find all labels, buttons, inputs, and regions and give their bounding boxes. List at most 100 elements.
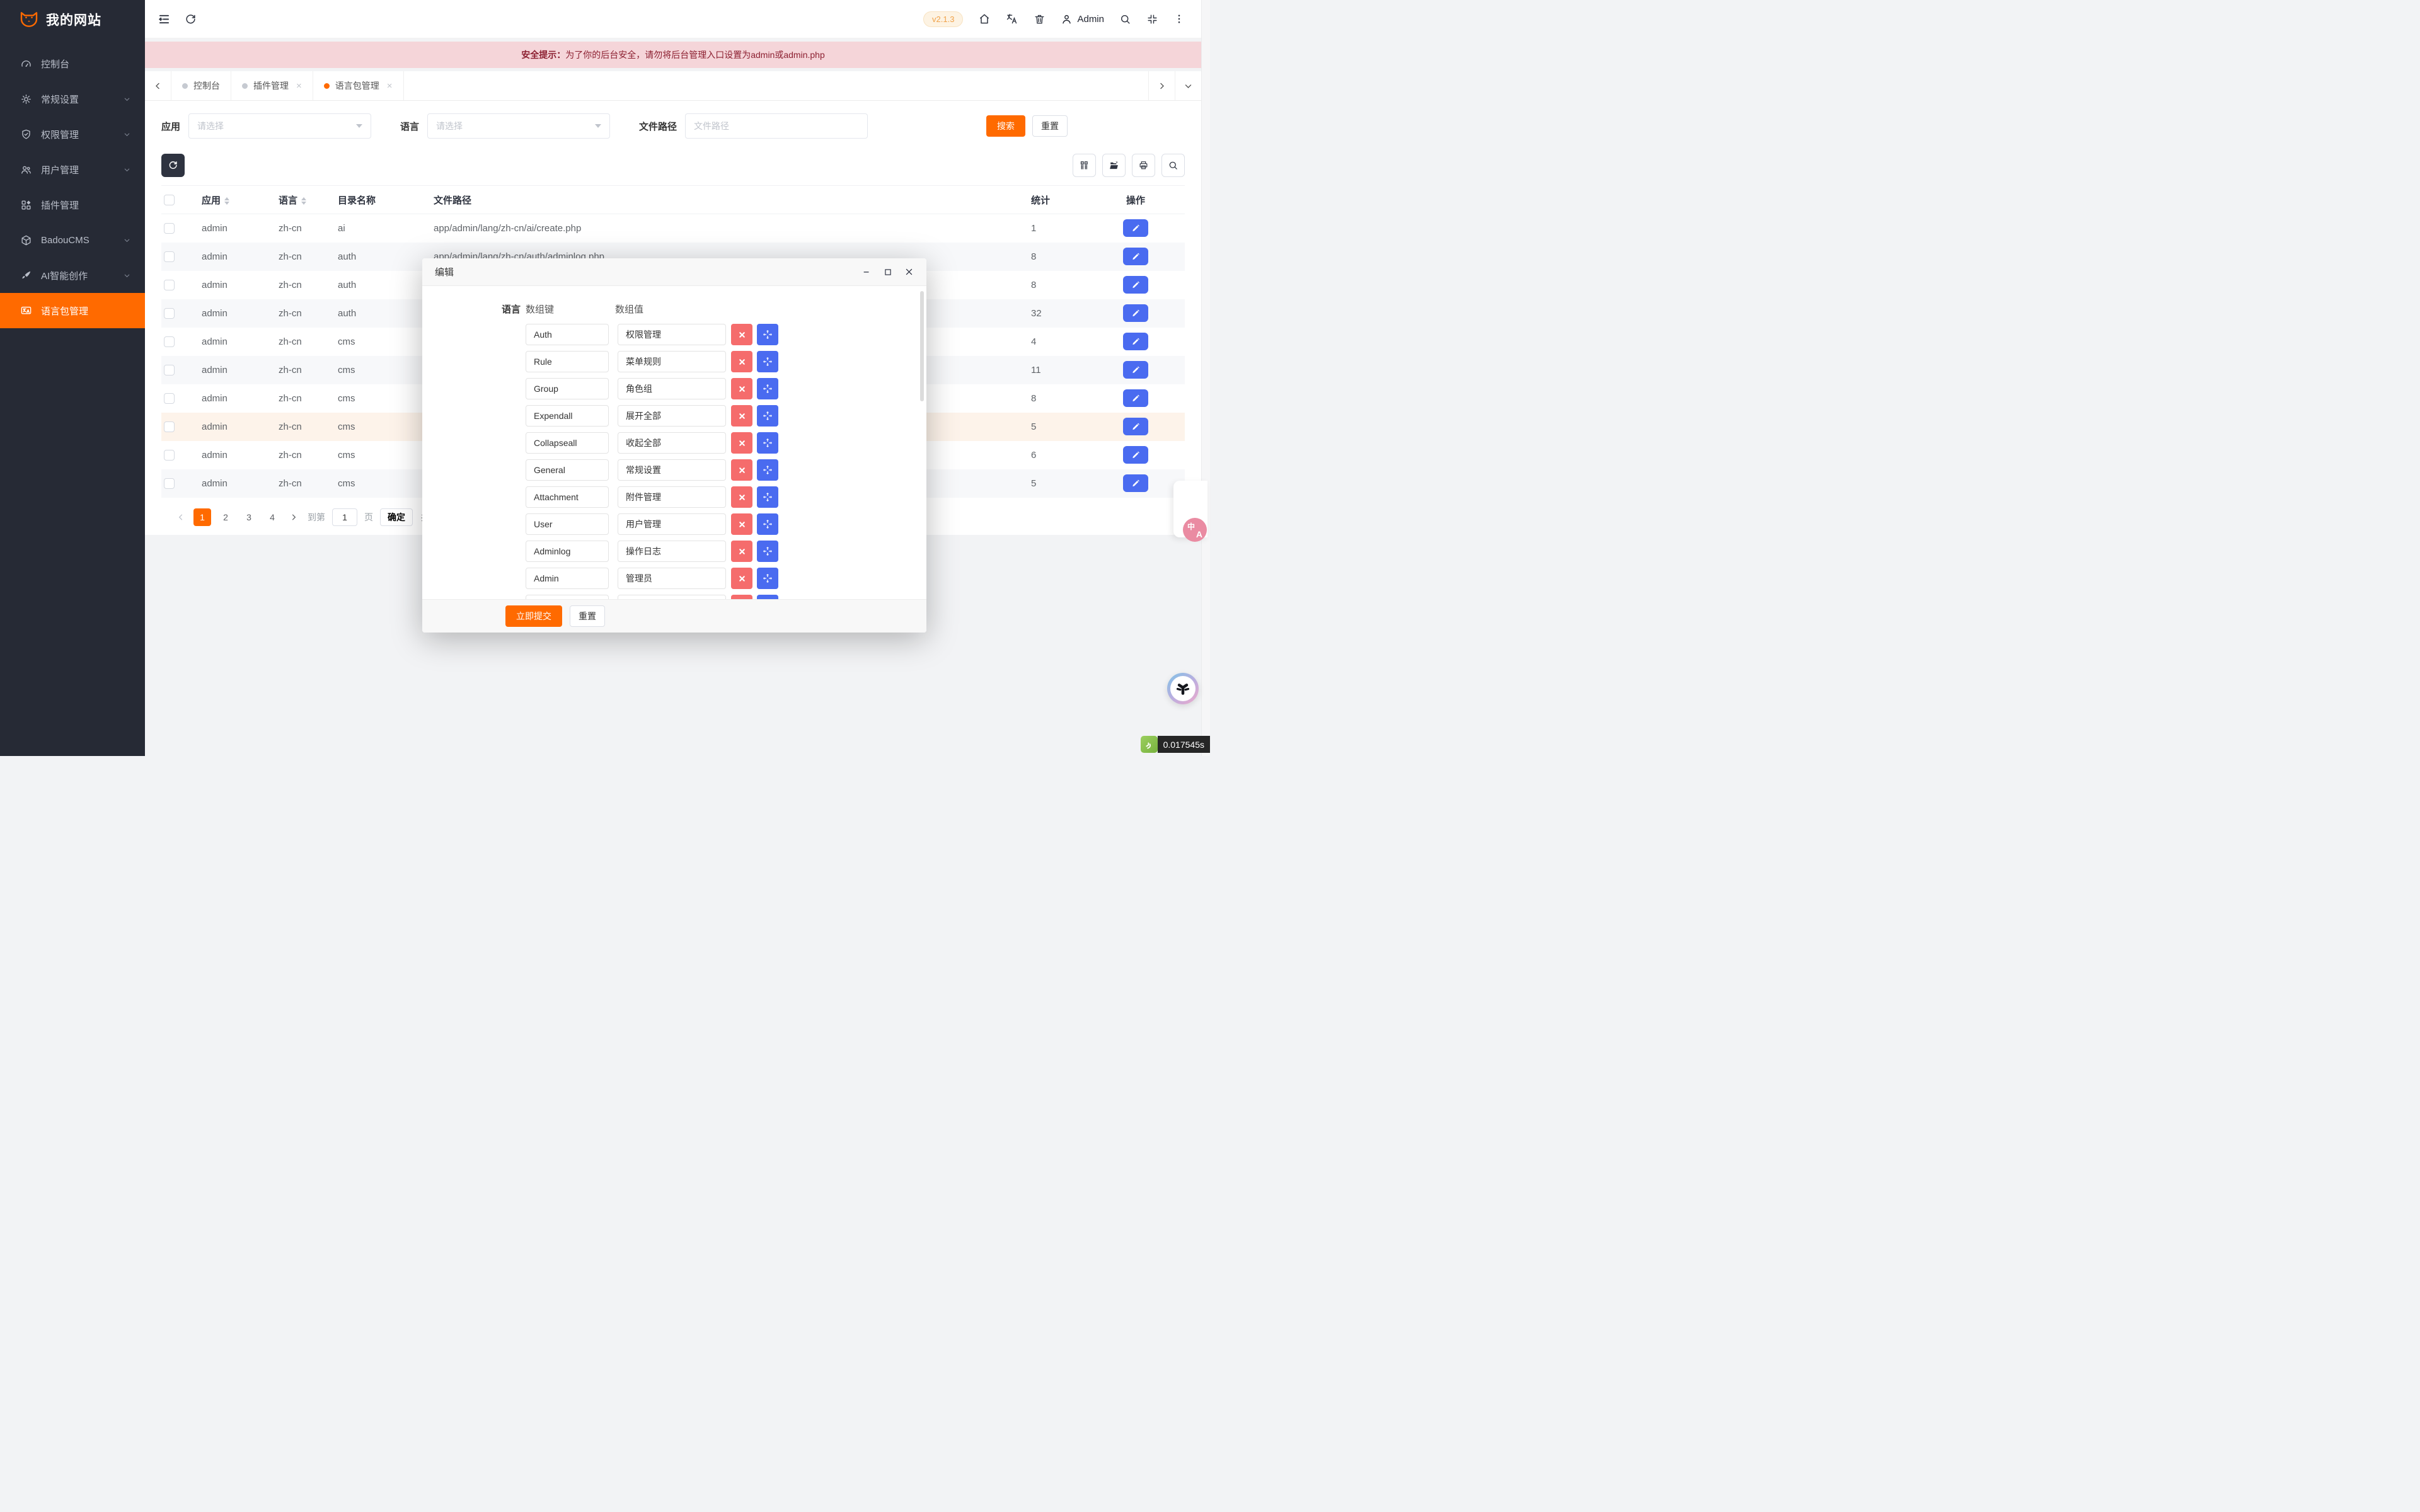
close-icon[interactable] [904,267,914,277]
edit-button[interactable] [1123,474,1148,492]
sort-icon[interactable] [301,197,306,205]
page-1[interactable]: 1 [193,508,211,526]
path-input[interactable] [685,113,868,139]
tabs-dropdown-icon[interactable] [1175,71,1201,100]
edit-button[interactable] [1123,333,1148,350]
search-button[interactable]: 搜索 [986,115,1025,137]
array-value-input[interactable] [618,486,726,508]
move-row-button[interactable] [757,486,778,508]
array-value-input[interactable] [618,459,726,481]
array-key-input[interactable] [526,595,609,599]
array-key-input[interactable] [526,378,609,399]
row-checkbox[interactable] [164,336,175,347]
refresh-table-button[interactable] [161,154,185,177]
row-checkbox[interactable] [164,308,175,319]
collapse-sidebar-icon[interactable] [158,13,171,26]
dialog-scrollbar[interactable] [920,291,924,401]
export-button[interactable] [1102,154,1126,177]
row-checkbox[interactable] [164,478,175,489]
user-menu[interactable]: Admin [1061,13,1104,25]
move-row-button[interactable] [757,324,778,345]
tabs-scroll-right-icon[interactable] [1148,71,1175,100]
delete-row-button[interactable] [731,405,752,427]
edit-button[interactable] [1123,248,1148,265]
tab-console[interactable]: 控制台 [171,71,231,100]
row-checkbox[interactable] [164,393,175,404]
sidebar-item-language-packs[interactable]: 语言包管理 [0,293,145,328]
move-row-button[interactable] [757,568,778,589]
array-value-input[interactable] [618,378,726,399]
fullscreen-icon[interactable] [1146,13,1158,25]
delete-row-button[interactable] [731,351,752,372]
row-checkbox[interactable] [164,280,175,290]
clear-cache-icon[interactable] [1034,13,1046,25]
move-row-button[interactable] [757,595,778,599]
delete-row-button[interactable] [731,459,752,481]
sidebar-item-permissions[interactable]: 权限管理 [0,117,145,152]
array-value-input[interactable] [618,351,726,372]
edit-button[interactable] [1123,219,1148,237]
page-scrollbar[interactable] [1201,0,1210,756]
translate-fab[interactable]: 中A [1183,518,1207,542]
col-header-lang[interactable]: 语言 [268,186,328,214]
array-key-input[interactable] [526,513,609,535]
array-value-input[interactable] [618,595,726,599]
tab-close-icon[interactable]: × [296,81,302,91]
tab-language-packs[interactable]: 语言包管理 × [313,71,404,100]
delete-row-button[interactable] [731,432,752,454]
page-3[interactable]: 3 [240,508,258,526]
dialog-header[interactable]: 编辑 [422,258,926,286]
move-row-button[interactable] [757,432,778,454]
page-trace-badge[interactable]: 0.017545s [1141,736,1210,753]
submit-button[interactable]: 立即提交 [505,605,562,627]
array-value-input[interactable] [618,324,726,345]
array-key-input[interactable] [526,568,609,589]
page-4[interactable]: 4 [263,508,281,526]
sort-icon[interactable] [224,197,229,205]
row-checkbox[interactable] [164,365,175,375]
columns-filter-button[interactable] [1073,154,1096,177]
row-checkbox[interactable] [164,251,175,262]
delete-row-button[interactable] [731,568,752,589]
array-value-input[interactable] [618,568,726,589]
page-2[interactable]: 2 [217,508,234,526]
version-badge[interactable]: v2.1.3 [923,11,963,27]
row-checkbox[interactable] [164,421,175,432]
edit-button[interactable] [1123,446,1148,464]
brand-fab[interactable] [1167,673,1199,704]
language-switch-icon[interactable] [1006,13,1018,25]
refresh-icon[interactable] [185,13,197,25]
move-row-button[interactable] [757,513,778,535]
tabs-scroll-left-icon[interactable] [145,71,171,100]
reset-button[interactable]: 重置 [1032,115,1068,137]
move-row-button[interactable] [757,405,778,427]
array-value-input[interactable] [618,405,726,427]
array-key-input[interactable] [526,405,609,427]
array-key-input[interactable] [526,351,609,372]
select-all-checkbox[interactable] [164,195,175,205]
move-row-button[interactable] [757,378,778,399]
edit-button[interactable] [1123,361,1148,379]
array-key-input[interactable] [526,486,609,508]
row-checkbox[interactable] [164,450,175,461]
array-key-input[interactable] [526,459,609,481]
app-select[interactable]: 请选择 [188,113,371,139]
edit-button[interactable] [1123,389,1148,407]
array-value-input[interactable] [618,432,726,454]
array-value-input[interactable] [618,513,726,535]
lang-select[interactable]: 请选择 [427,113,610,139]
edit-button[interactable] [1123,276,1148,294]
more-menu-icon[interactable] [1173,13,1185,25]
delete-row-button[interactable] [731,513,752,535]
zoom-search-button[interactable] [1161,154,1185,177]
sidebar-item-badoucms[interactable]: BadouCMS [0,222,145,258]
minimize-icon[interactable] [862,267,872,277]
move-row-button[interactable] [757,541,778,562]
array-key-input[interactable] [526,324,609,345]
move-row-button[interactable] [757,351,778,372]
delete-row-button[interactable] [731,595,752,599]
edit-button[interactable] [1123,418,1148,435]
dialog-reset-button[interactable]: 重置 [570,605,605,627]
sidebar-item-dashboard[interactable]: 控制台 [0,46,145,81]
tab-close-icon[interactable]: × [387,81,393,91]
